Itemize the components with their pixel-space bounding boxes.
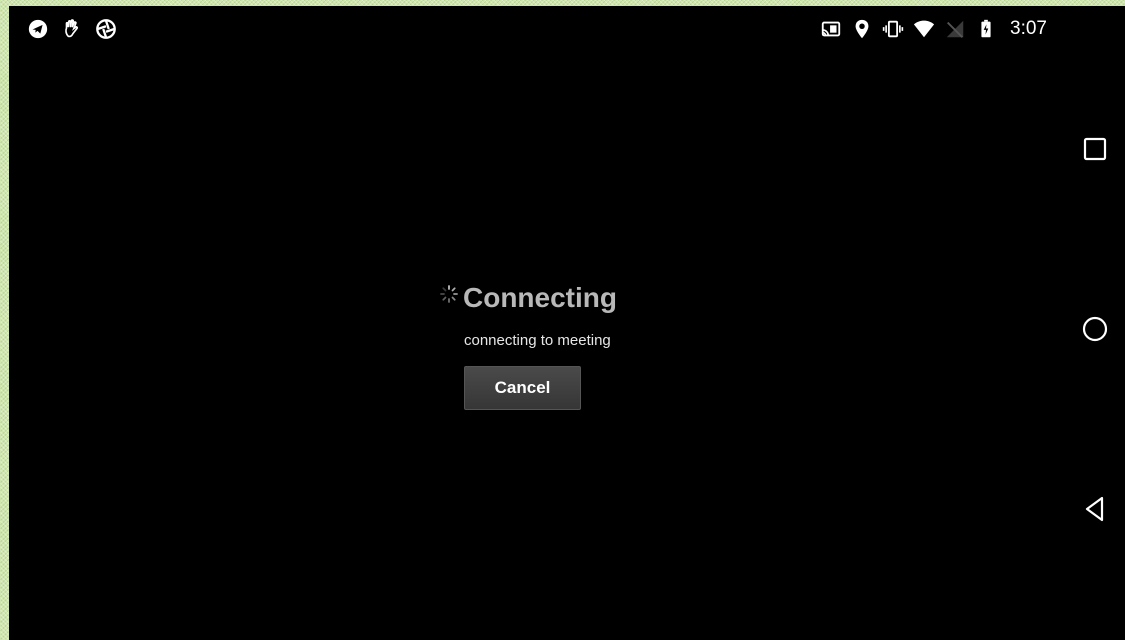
device-screen: 3:07 Connecting connecting to meeting Ca… (9, 6, 1125, 640)
hand-icon (61, 18, 83, 40)
system-icons: 3:07 (820, 18, 1047, 40)
navigation-bar (1065, 52, 1125, 640)
home-icon (1081, 315, 1109, 348)
cast-icon (820, 18, 842, 40)
recents-icon (1081, 135, 1109, 168)
notification-icons (27, 18, 117, 40)
dialog-title: Connecting (463, 282, 617, 313)
no-signal-icon (944, 18, 966, 40)
vibrate-icon (882, 18, 904, 40)
telegram-icon (27, 18, 49, 40)
location-icon (851, 18, 873, 40)
recents-button[interactable] (1080, 136, 1110, 166)
clock: 3:07 (1010, 18, 1047, 39)
status-bar: 3:07 (9, 6, 1069, 52)
spinner-icon (439, 284, 459, 304)
back-button[interactable] (1080, 496, 1110, 526)
wifi-icon (913, 18, 935, 40)
aperture-icon (95, 18, 117, 40)
cancel-button[interactable]: Cancel (464, 366, 581, 410)
battery-icon (975, 18, 997, 40)
progress-dialog: Connecting connecting to meeting Cancel (439, 282, 679, 422)
back-icon (1081, 495, 1109, 528)
dialog-message: connecting to meeting (464, 332, 611, 349)
home-button[interactable] (1080, 316, 1110, 346)
screenshot-frame: 3:07 Connecting connecting to meeting Ca… (0, 0, 1125, 640)
